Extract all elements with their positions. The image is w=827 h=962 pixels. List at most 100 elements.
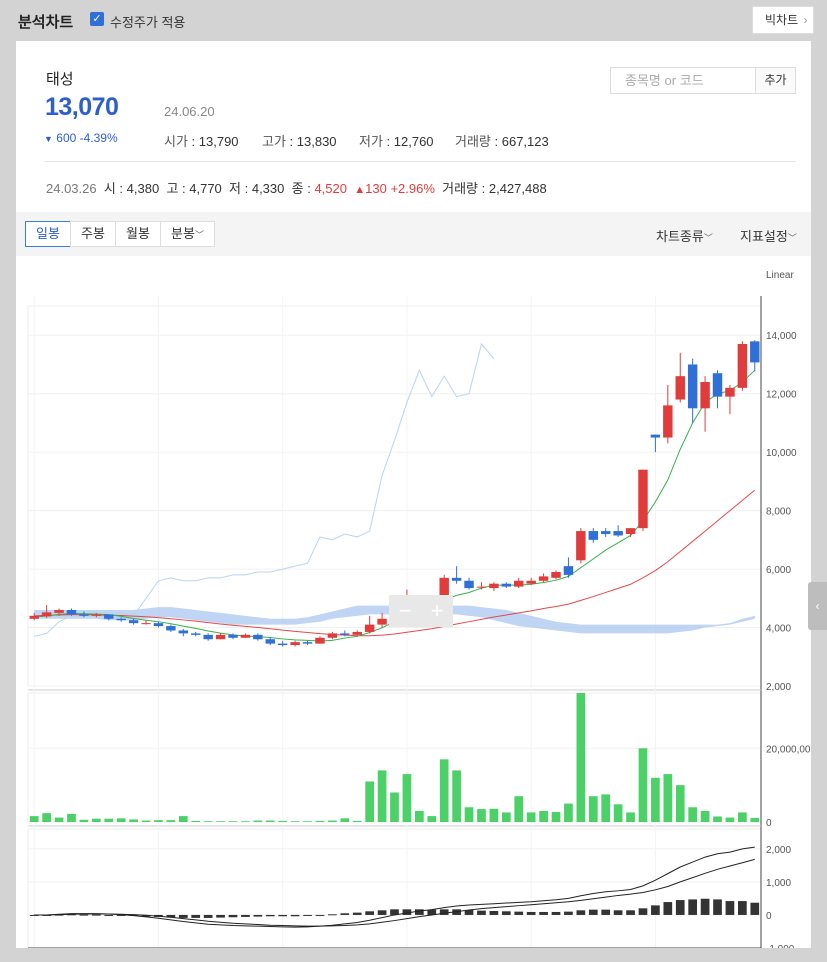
- page-title: 분석차트: [18, 14, 74, 31]
- volume-bar: [613, 804, 623, 822]
- candle-body: [41, 612, 52, 617]
- volume-bar: [489, 808, 499, 822]
- volume-bar: [253, 820, 263, 822]
- add-button[interactable]: 추가: [755, 67, 796, 94]
- candle-body: [315, 637, 325, 644]
- macd-pane-frame: [27, 828, 762, 948]
- tab-daily[interactable]: 일봉: [25, 221, 71, 247]
- volume-bar: [377, 770, 387, 822]
- macd-histogram-bar: [377, 910, 387, 915]
- candle-body: [514, 580, 524, 587]
- volume-bar: [228, 821, 238, 822]
- chevron-down-icon: ﹀: [703, 233, 713, 243]
- volume-bar: [564, 803, 573, 822]
- tab-minute[interactable]: 분봉﹀: [160, 221, 215, 247]
- volume-bar: [477, 809, 486, 822]
- price-change: ▼ 600 -4.39%: [44, 131, 118, 145]
- indicator-label: 지표설정: [740, 229, 788, 244]
- adjusted-price-label[interactable]: 수정주가 적용: [110, 12, 185, 31]
- candle-body: [265, 639, 275, 644]
- volume-bar: [526, 812, 536, 822]
- chart-panel: 태성 13,070 24.06.20 ▼ 600 -4.39% 시가 : 13,…: [16, 41, 811, 948]
- volume-value: 667,123: [501, 134, 549, 149]
- candle-body: [178, 630, 189, 634]
- open-label: 시가: [164, 134, 188, 149]
- macd-histogram-bar: [228, 914, 238, 918]
- candle-body: [240, 634, 251, 638]
- hist-pct: +2.96%: [390, 181, 435, 196]
- hist-high-label: 고: [166, 181, 179, 196]
- chevron-right-icon: ›: [803, 13, 808, 27]
- candle-body: [576, 531, 586, 561]
- candle-body: [277, 643, 288, 646]
- macd-histogram-bar: [514, 911, 524, 915]
- candle-body: [700, 382, 710, 409]
- macd-histogram-bar: [564, 911, 573, 915]
- high-stat: 고가 : 13,830: [262, 134, 337, 149]
- candle-body: [451, 577, 462, 581]
- tab-monthly[interactable]: 월봉: [115, 221, 161, 247]
- low-stat: 저가 : 12,760: [359, 134, 434, 149]
- macd-histogram-bar: [241, 914, 250, 917]
- zoom-in-icon[interactable]: +: [421, 597, 453, 625]
- search-input[interactable]: 종목명 or 코드: [610, 67, 756, 94]
- scale-label: Linear: [766, 270, 794, 281]
- adjusted-price-checkbox[interactable]: ✓: [90, 12, 104, 26]
- volume-bar: [166, 820, 176, 822]
- chevron-left-icon[interactable]: ‹: [808, 582, 827, 630]
- volume-bar: [104, 818, 114, 822]
- volume-bar: [79, 819, 89, 822]
- macd-histogram-bar: [265, 914, 275, 917]
- candle-body: [600, 531, 611, 534]
- indicator-settings-dropdown[interactable]: 지표설정﹀: [740, 226, 797, 245]
- big-chart-button[interactable]: 빅차트 ›: [752, 6, 814, 34]
- tab-minute-label: 분봉: [171, 226, 195, 241]
- macd-histogram-bar: [178, 914, 188, 918]
- volume-bar: [402, 774, 412, 822]
- hist-low-label: 저: [229, 181, 241, 196]
- price-tick-label: 8,000: [766, 507, 791, 518]
- candle-body: [526, 580, 536, 584]
- volume-bar: [91, 818, 101, 822]
- volume-bar: [315, 820, 325, 822]
- volume-bar: [576, 693, 586, 822]
- hist-close-label: 종: [291, 181, 304, 196]
- candle-body: [464, 580, 474, 589]
- triangle-up-icon: ▲: [354, 184, 366, 196]
- macd-histogram-bar: [328, 914, 337, 916]
- hist-vol-label: 거래량: [442, 181, 479, 196]
- current-price: 13,070: [45, 93, 119, 121]
- macd-histogram-bar: [253, 914, 263, 917]
- candle-body: [79, 614, 89, 616]
- price-tick-label: 2,000: [766, 682, 791, 693]
- candle-body: [290, 642, 300, 646]
- candle-body: [613, 531, 623, 536]
- volume-bar: [651, 777, 660, 822]
- candle-body: [364, 624, 375, 632]
- macd-histogram-bar: [91, 914, 101, 916]
- price-tick-label: 4,000: [766, 624, 791, 635]
- candle-body: [588, 531, 599, 540]
- candle-body: [190, 633, 201, 635]
- low-value: 12,760: [393, 134, 434, 149]
- macd-histogram-bar: [477, 910, 486, 915]
- volume-bar: [129, 819, 138, 822]
- volume-bar: [29, 816, 39, 822]
- candle-body: [638, 469, 648, 529]
- chart-type-dropdown[interactable]: 차트종류﹀: [656, 226, 713, 245]
- volume-bar: [365, 781, 375, 822]
- candle-body: [104, 614, 114, 619]
- macd-histogram-bar: [675, 900, 685, 915]
- macd-histogram-bar: [613, 910, 623, 915]
- volume-bar: [54, 817, 64, 822]
- volume-bar: [141, 820, 151, 822]
- tab-weekly[interactable]: 주봉: [70, 221, 116, 247]
- zoom-out-icon[interactable]: −: [389, 597, 421, 625]
- macd-histogram-bar: [626, 910, 635, 915]
- volume-bar: [216, 821, 225, 822]
- hist-vol: 2,427,488: [488, 181, 547, 196]
- macd-histogram-bar: [203, 914, 213, 918]
- volume-tick-label: 20,000,000: [766, 744, 811, 755]
- volume-bar: [265, 820, 275, 822]
- volume-bar: [178, 816, 188, 822]
